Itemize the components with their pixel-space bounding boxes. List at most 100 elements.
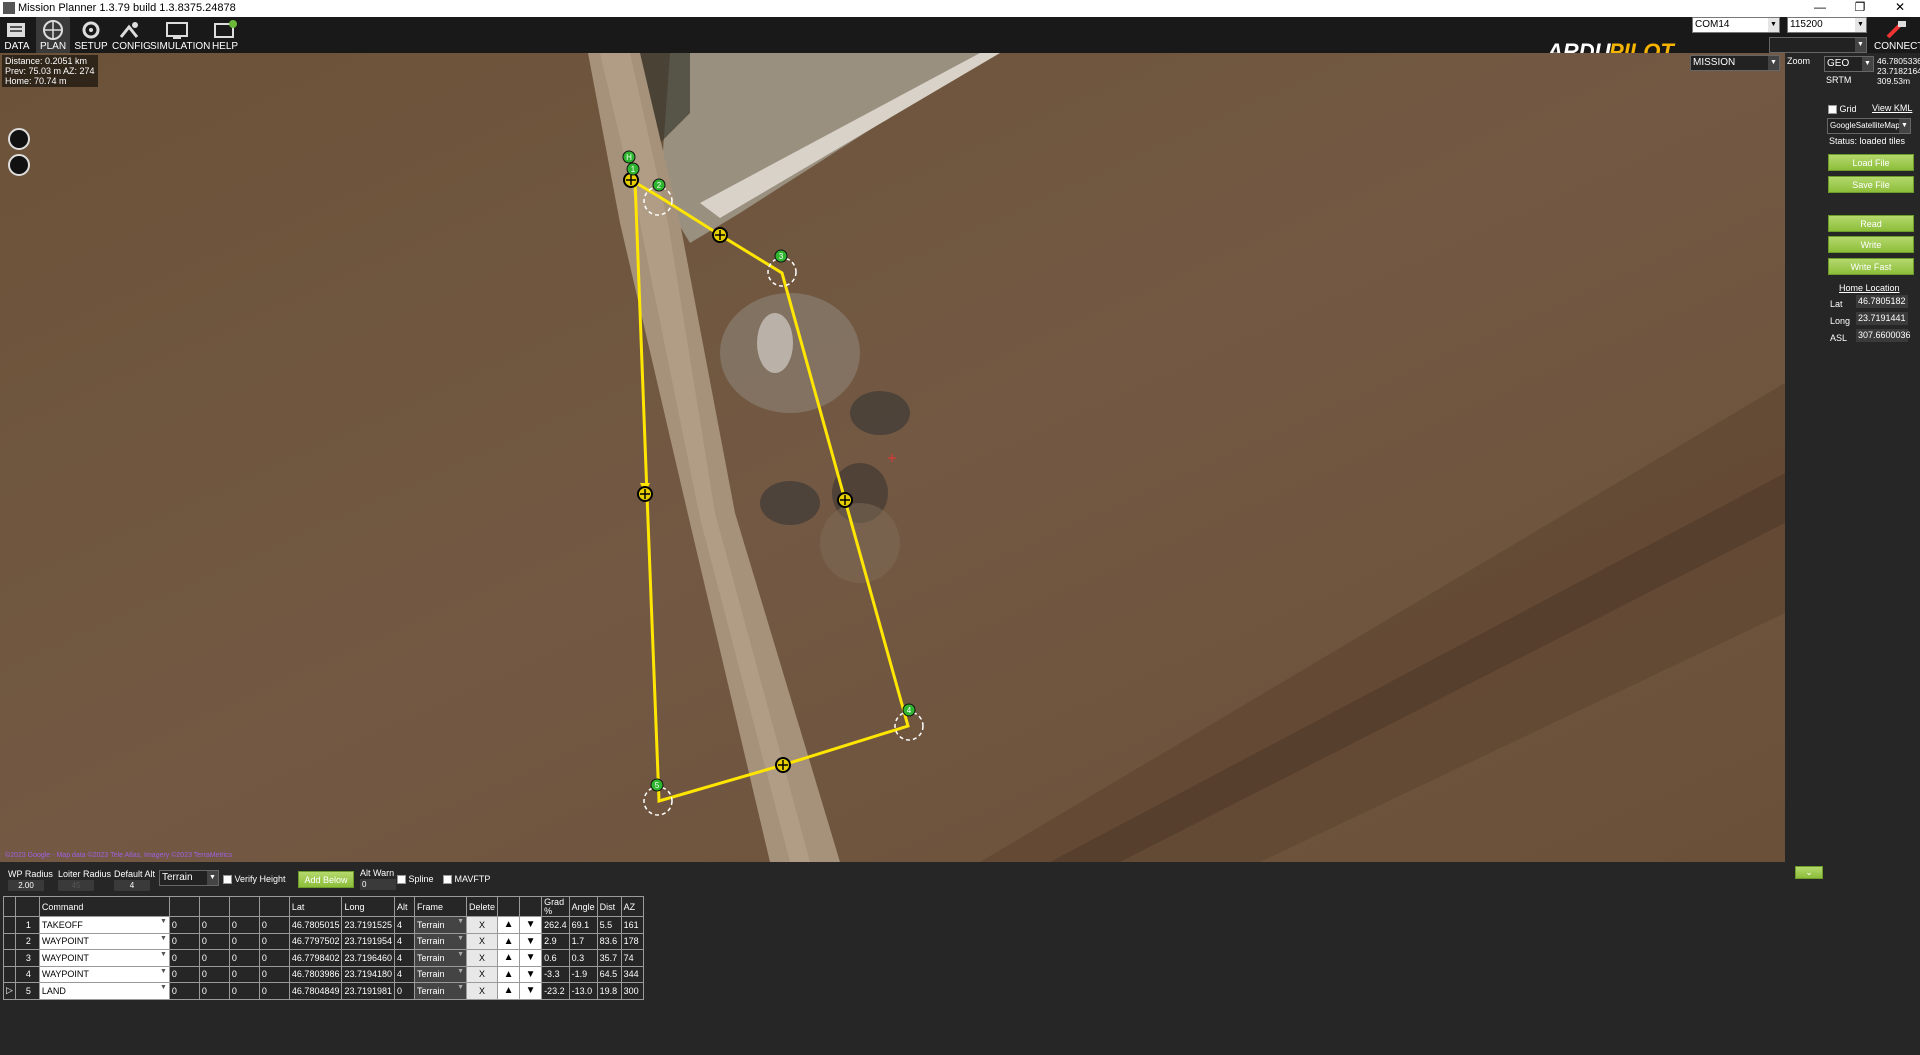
load-file-button[interactable]: Load File bbox=[1828, 154, 1914, 171]
lat-cell[interactable]: 46.7803986 bbox=[288, 965, 343, 983]
frame-select[interactable]: Terrain ▼ bbox=[414, 932, 468, 950]
alt-cell[interactable]: 4 bbox=[394, 916, 416, 934]
lat-cell[interactable]: 46.7804849 bbox=[288, 982, 343, 1000]
mission-type-select[interactable]: MISSION ▼ bbox=[1690, 55, 1780, 71]
home-lat-input[interactable]: 46.7805182 bbox=[1856, 295, 1908, 308]
param1-cell[interactable]: 0 bbox=[168, 982, 200, 1000]
lat-cell[interactable]: 46.7797502 bbox=[288, 932, 343, 950]
map-view[interactable]: H 1 2 3 4 5 bbox=[0, 53, 1785, 862]
satellite-map[interactable]: H 1 2 3 4 5 bbox=[0, 53, 1785, 862]
midpoint-marker[interactable] bbox=[712, 227, 728, 243]
baud-rate-select[interactable]: 115200 ▼ bbox=[1787, 17, 1867, 33]
move-down-icon[interactable]: ▼ bbox=[519, 932, 543, 950]
param4-cell[interactable]: 0 bbox=[258, 982, 290, 1000]
param3-cell[interactable]: 0 bbox=[228, 982, 260, 1000]
grid-checkbox[interactable]: Grid bbox=[1828, 104, 1857, 115]
add-below-button[interactable]: Add Below bbox=[298, 871, 354, 888]
restore-button[interactable]: ❐ bbox=[1840, 0, 1880, 17]
menu-data[interactable]: DATA bbox=[2, 17, 32, 53]
command-select[interactable]: LAND ▼ bbox=[38, 982, 170, 1000]
rotate-map-button[interactable] bbox=[8, 154, 30, 176]
lat-cell[interactable]: 46.7798402 bbox=[288, 949, 343, 967]
frame-select[interactable]: Terrain ▼ bbox=[414, 949, 468, 967]
row-selector[interactable]: ▷ bbox=[3, 982, 16, 1000]
param4-cell[interactable]: 0 bbox=[258, 916, 290, 934]
param1-cell[interactable]: 0 bbox=[168, 965, 200, 983]
param2-cell[interactable]: 0 bbox=[198, 932, 230, 950]
long-cell[interactable]: 23.7194180 bbox=[341, 965, 396, 983]
home-asl-input[interactable]: 307.6600036 bbox=[1856, 329, 1911, 342]
menu-plan[interactable]: PLAN bbox=[36, 17, 70, 53]
param4-cell[interactable]: 0 bbox=[258, 949, 290, 967]
wp-radius-input[interactable]: 2.00 bbox=[8, 880, 44, 891]
command-select[interactable]: WAYPOINT ▼ bbox=[38, 932, 170, 950]
move-up-icon[interactable]: ▲ bbox=[497, 916, 521, 934]
alt-cell[interactable]: 4 bbox=[394, 949, 416, 967]
view-kml-link[interactable]: View KML bbox=[1872, 103, 1912, 113]
default-alt-input[interactable]: 4 bbox=[114, 880, 150, 891]
long-cell[interactable]: 23.7191981 bbox=[341, 982, 396, 1000]
menu-simulation[interactable]: SIMULATION bbox=[150, 17, 210, 53]
ruler-tool-button[interactable] bbox=[8, 128, 30, 150]
lat-cell[interactable]: 46.7805015 bbox=[288, 916, 343, 934]
move-up-icon[interactable]: ▲ bbox=[497, 949, 521, 967]
move-down-icon[interactable]: ▼ bbox=[519, 982, 543, 1000]
long-cell[interactable]: 23.7191954 bbox=[341, 932, 396, 950]
table-row[interactable]: 2 WAYPOINT ▼ 0 0 0 0 46.7797502 23.7191954 4 Terra… bbox=[3, 932, 644, 950]
write-button[interactable]: Write bbox=[1828, 236, 1914, 253]
midpoint-marker[interactable] bbox=[775, 757, 791, 773]
param4-cell[interactable]: 0 bbox=[258, 965, 290, 983]
coord-system-select[interactable]: GEO ▼ bbox=[1824, 56, 1874, 72]
move-up-icon[interactable]: ▲ bbox=[497, 932, 521, 950]
param2-cell[interactable]: 0 bbox=[198, 916, 230, 934]
menu-help[interactable]: HELP bbox=[208, 17, 242, 53]
param3-cell[interactable]: 0 bbox=[228, 932, 260, 950]
move-up-icon[interactable]: ▲ bbox=[497, 965, 521, 983]
read-button[interactable]: Read bbox=[1828, 215, 1914, 232]
command-select[interactable]: WAYPOINT ▼ bbox=[38, 949, 170, 967]
frame-select[interactable]: Terrain ▼ bbox=[414, 916, 468, 934]
alt-cell[interactable]: 0 bbox=[394, 982, 416, 1000]
home-long-input[interactable]: 23.7191441 bbox=[1856, 312, 1908, 325]
delete-button[interactable]: X bbox=[466, 932, 499, 950]
delete-button[interactable]: X bbox=[466, 982, 499, 1000]
param4-cell[interactable]: 0 bbox=[258, 932, 290, 950]
move-up-icon[interactable]: ▲ bbox=[497, 982, 521, 1000]
com-port-select[interactable]: COM14 ▼ bbox=[1692, 17, 1780, 33]
row-selector[interactable] bbox=[3, 932, 16, 950]
menu-config[interactable]: CONFIG bbox=[112, 17, 151, 53]
param2-cell[interactable]: 0 bbox=[198, 982, 230, 1000]
frame-select[interactable]: Terrain ▼ bbox=[414, 982, 468, 1000]
waypoint-marker-3[interactable]: 3 bbox=[774, 249, 788, 263]
alt-warn-input[interactable]: 0 bbox=[360, 879, 396, 890]
delete-button[interactable]: X bbox=[466, 916, 499, 934]
param1-cell[interactable]: 0 bbox=[168, 916, 200, 934]
save-file-button[interactable]: Save File bbox=[1828, 176, 1914, 193]
long-cell[interactable]: 23.7196460 bbox=[341, 949, 396, 967]
param2-cell[interactable]: 0 bbox=[198, 965, 230, 983]
spline-checkbox[interactable]: Spline bbox=[397, 874, 434, 885]
write-fast-button[interactable]: Write Fast bbox=[1828, 258, 1914, 275]
waypoint-marker-1[interactable]: 1 bbox=[626, 162, 640, 176]
table-row[interactable]: 4 WAYPOINT ▼ 0 0 0 0 46.7803986 23.7194180 4 Terra… bbox=[3, 965, 644, 983]
close-button[interactable]: ✕ bbox=[1880, 0, 1920, 17]
row-selector[interactable] bbox=[3, 965, 16, 983]
home-marker[interactable]: H bbox=[622, 150, 636, 164]
connect-button[interactable]: CONNECT bbox=[1874, 17, 1920, 53]
move-down-icon[interactable]: ▼ bbox=[519, 916, 543, 934]
connection-type-select[interactable]: ▼ bbox=[1769, 37, 1867, 53]
verify-height-checkbox[interactable]: Verify Height bbox=[223, 874, 286, 885]
alt-cell[interactable]: 4 bbox=[394, 932, 416, 950]
table-row[interactable]: 3 WAYPOINT ▼ 0 0 0 0 46.7798402 23.7196460 4 Terra… bbox=[3, 949, 644, 967]
minimize-button[interactable]: — bbox=[1800, 0, 1840, 17]
map-provider-select[interactable]: GoogleSatelliteMap ▼ bbox=[1827, 118, 1911, 134]
move-down-icon[interactable]: ▼ bbox=[519, 949, 543, 967]
delete-button[interactable]: X bbox=[466, 949, 499, 967]
midpoint-marker[interactable] bbox=[637, 486, 653, 502]
alt-cell[interactable]: 4 bbox=[394, 965, 416, 983]
param3-cell[interactable]: 0 bbox=[228, 916, 260, 934]
param3-cell[interactable]: 0 bbox=[228, 965, 260, 983]
loiter-radius-input[interactable]: 45 bbox=[58, 880, 94, 891]
home-location-link[interactable]: Home Location bbox=[1839, 283, 1900, 293]
frame-select[interactable]: Terrain ▼ bbox=[414, 965, 468, 983]
